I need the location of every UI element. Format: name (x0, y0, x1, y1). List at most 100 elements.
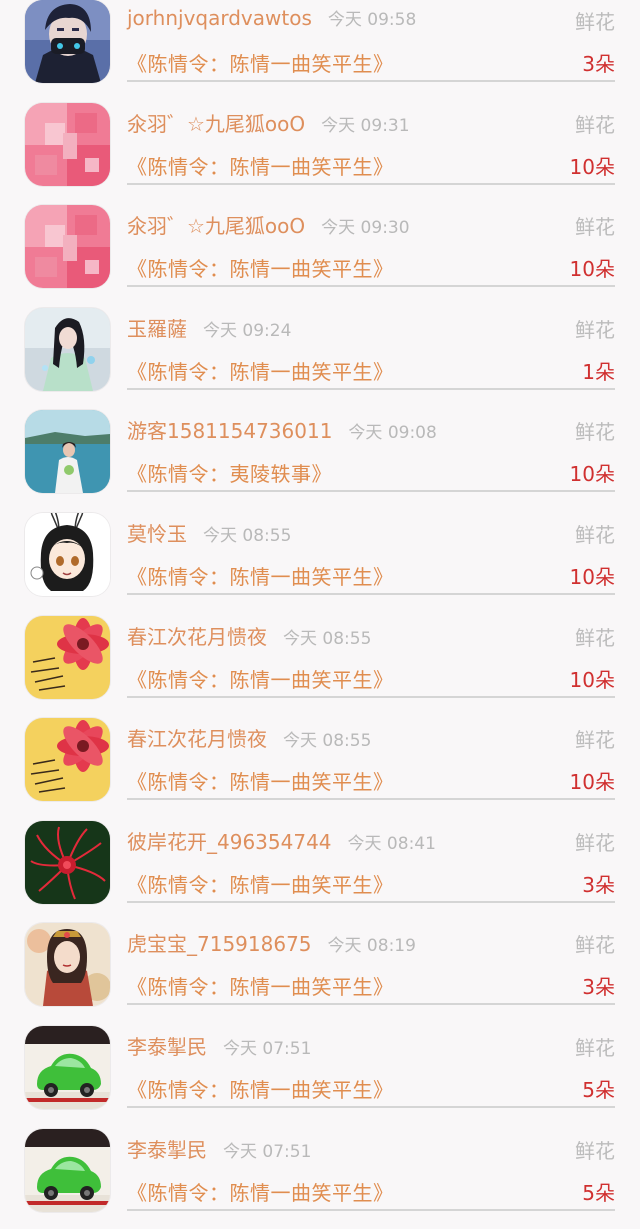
book-title-link[interactable]: 《陈情令：陈情一曲笑平生》 (127, 766, 394, 795)
user-avatar[interactable] (25, 718, 110, 802)
user-avatar[interactable] (25, 102, 110, 186)
gift-type-label: 鲜花 (575, 830, 615, 855)
book-title-link[interactable]: 《陈情令：陈情一曲笑平生》 (127, 971, 394, 1000)
gift-type-label: 鲜花 (575, 1035, 615, 1060)
user-name-text[interactable]: 李泰掣民 (127, 1035, 207, 1059)
gift-count: 3朵 (582, 975, 615, 1000)
gift-record-item[interactable]: 氽羽゛☆九尾狐ooO 今天 09:31 鲜花 《陈情令：陈情一曲笑平生》 10朵 (0, 101, 640, 204)
row-divider (127, 80, 615, 82)
gift-count: 10朵 (569, 667, 615, 692)
timestamp: 今天 08:55 (283, 628, 372, 649)
book-title-link[interactable]: 《陈情令：陈情一曲笑平生》 (127, 1177, 394, 1206)
user-avatar[interactable] (25, 820, 110, 904)
timestamp: 今天 09:08 (348, 423, 437, 444)
book-title-link[interactable]: 《陈情令：陈情一曲笑平生》 (127, 151, 394, 180)
gift-count: 3朵 (582, 872, 615, 897)
timestamp: 今天 07:51 (223, 1141, 312, 1162)
user-name-text[interactable]: 氽羽゛☆九尾狐ooO (127, 214, 305, 238)
timestamp: 今天 09:24 (203, 320, 292, 341)
book-title-link[interactable]: 《陈情令：陈情一曲笑平生》 (127, 561, 394, 590)
user-avatar[interactable] (25, 410, 110, 494)
user-name[interactable]: 游客1581154736011 今天 09:08 (127, 415, 437, 444)
gift-record-item[interactable]: 莫怜玉 今天 08:55 鲜花 《陈情令：陈情一曲笑平生》 10朵 (0, 511, 640, 614)
gift-record-item[interactable]: 李泰掣民 今天 07:51 鲜花《陈情令：陈情一曲笑平生》 5朵 (0, 1024, 640, 1127)
user-avatar[interactable] (25, 0, 110, 83)
gift-count: 10朵 (569, 462, 615, 487)
book-title-link[interactable]: 《陈情令：夷陵轶事》 (127, 458, 332, 487)
gift-record-item[interactable]: 李泰掣民 今天 07:51 鲜花《陈情令：陈情一曲笑平生》 5朵 (0, 1127, 640, 1229)
timestamp: 今天 09:58 (327, 10, 417, 30)
gift-record-item[interactable]: 虎宝宝_715918675 今天 08:19 鲜花《陈情令：陈情一曲笑平生》 3朵 (0, 921, 640, 1024)
book-title-link[interactable]: 《陈情令：陈情一曲笑平生》 (127, 1074, 394, 1103)
book-title-link[interactable]: 《陈情令：陈情一曲笑平生》 (127, 664, 394, 693)
gift-count: 10朵 (569, 564, 615, 589)
book-title-link[interactable]: 《陈情令：陈情一曲笑平生》 (127, 356, 394, 385)
gift-count: 5朵 (582, 1180, 615, 1205)
user-avatar[interactable] (25, 1025, 110, 1109)
timestamp: 今天 09:31 (321, 115, 410, 136)
book-title-link[interactable]: 《陈情令：陈情一曲笑平生》 (127, 253, 394, 282)
gift-count: 1朵 (582, 359, 615, 384)
user-name-text[interactable]: 莫怜玉 (127, 522, 187, 546)
user-name[interactable]: 彼岸花开_496354744 今天 08:41 (127, 826, 436, 855)
user-name-text[interactable]: 李泰掣民 (127, 1138, 207, 1162)
gift-record-item[interactable]: 氽羽゛☆九尾狐ooO 今天 09:30 鲜花《陈情令：陈情一曲笑平生》 10朵 (0, 203, 640, 306)
row-divider (127, 387, 615, 390)
timestamp: 今天 08:55 (283, 731, 372, 752)
user-name[interactable]: 玉羅薩 今天 09:24 (127, 313, 291, 342)
row-divider (127, 182, 615, 185)
row-divider (127, 798, 615, 801)
gift-count: 5朵 (582, 1077, 615, 1102)
user-name[interactable]: 虎宝宝_715918675 今天 08:19 (127, 928, 416, 957)
user-name[interactable]: 李泰掣民 今天 07:51 (127, 1031, 311, 1060)
gift-record-item[interactable]: 游客1581154736011 今天 09:08 鲜花《陈情令：夷陵轶事》 10朵 (0, 408, 640, 511)
user-name-text[interactable]: jorhnjvqardvawtos (127, 6, 312, 30)
user-name[interactable]: 莫怜玉 今天 08:55 (127, 518, 291, 547)
row-divider (127, 900, 615, 903)
row-divider (127, 592, 615, 595)
row-divider (127, 285, 615, 288)
gift-type-label: 鲜花 (575, 1138, 615, 1163)
book-title-link[interactable]: 《陈情令：陈情一曲笑平生》 (127, 48, 394, 77)
user-name[interactable]: jorhnjvqardvawtos 今天 09:58 (127, 5, 416, 30)
gift-record-item[interactable]: 玉羅薩 今天 09:24 鲜花 《陈情令：陈情一曲笑平生》 1朵 (0, 306, 640, 409)
user-name[interactable]: 氽羽゛☆九尾狐ooO 今天 09:30 (127, 210, 410, 239)
gift-type-label: 鲜花 (575, 933, 615, 958)
user-name[interactable]: 氽羽゛☆九尾狐ooO 今天 09:31 (127, 108, 410, 137)
user-name-text[interactable]: 虎宝宝_715918675 (127, 932, 312, 956)
user-name-text[interactable]: 春江次花月愦夜 (127, 727, 267, 751)
user-avatar[interactable] (25, 205, 110, 289)
book-title-link[interactable]: 《陈情令：陈情一曲笑平生》 (127, 869, 394, 898)
gift-record-item[interactable]: 春江次花月愦夜 今天 08:55 鲜花《陈情令：陈情一曲笑平生》 10朵 (0, 716, 640, 819)
gift-record-item[interactable]: 彼岸花开_496354744 今天 08:41 鲜花《陈情令：陈情一曲笑平生》 3朵 (0, 819, 640, 922)
user-avatar[interactable] (25, 512, 110, 596)
user-avatar[interactable] (25, 923, 110, 1007)
gift-type-label: 鲜花 (575, 112, 615, 137)
user-name[interactable]: 春江次花月愦夜 今天 08:55 (127, 723, 371, 752)
gift-type-label: 鲜花 (575, 625, 615, 650)
user-name-text[interactable]: 彼岸花开_496354744 (127, 830, 332, 854)
gift-type-label: 鲜花 (575, 215, 615, 240)
row-divider (127, 490, 615, 493)
user-name[interactable]: 春江次花月愦夜 今天 08:55 (127, 621, 371, 650)
gift-count: 3朵 (582, 52, 615, 76)
gift-type-label: 鲜花 (575, 10, 615, 34)
gift-record-list: jorhnjvqardvawtos 今天 09:58 鲜花 《陈情令：陈情一曲笑平生》… (0, 0, 640, 1229)
user-name-text[interactable]: 春江次花月愦夜 (127, 625, 267, 649)
gift-count: 10朵 (569, 257, 615, 282)
gift-type-label: 鲜花 (575, 420, 615, 445)
gift-type-label: 鲜花 (575, 728, 615, 753)
gift-record-item[interactable]: 春江次花月愦夜 今天 08:55 鲜花《陈情令：陈情一曲笑平生》 10朵 (0, 614, 640, 717)
user-name[interactable]: 李泰掣民 今天 07:51 (127, 1134, 311, 1163)
timestamp: 今天 09:30 (321, 218, 410, 239)
user-name-text[interactable]: 玉羅薩 (127, 317, 187, 341)
user-avatar[interactable] (25, 615, 110, 699)
user-name-text[interactable]: 氽羽゛☆九尾狐ooO (127, 112, 305, 136)
gift-record-item[interactable]: jorhnjvqardvawtos 今天 09:58 鲜花《陈情令：陈情一曲笑平生》… (0, 0, 640, 101)
gift-count: 10朵 (569, 770, 615, 795)
row-divider (127, 1003, 615, 1006)
row-divider (127, 1105, 615, 1108)
user-name-text[interactable]: 游客1581154736011 (127, 419, 332, 443)
user-avatar[interactable] (25, 307, 110, 391)
user-avatar[interactable] (25, 1128, 110, 1212)
